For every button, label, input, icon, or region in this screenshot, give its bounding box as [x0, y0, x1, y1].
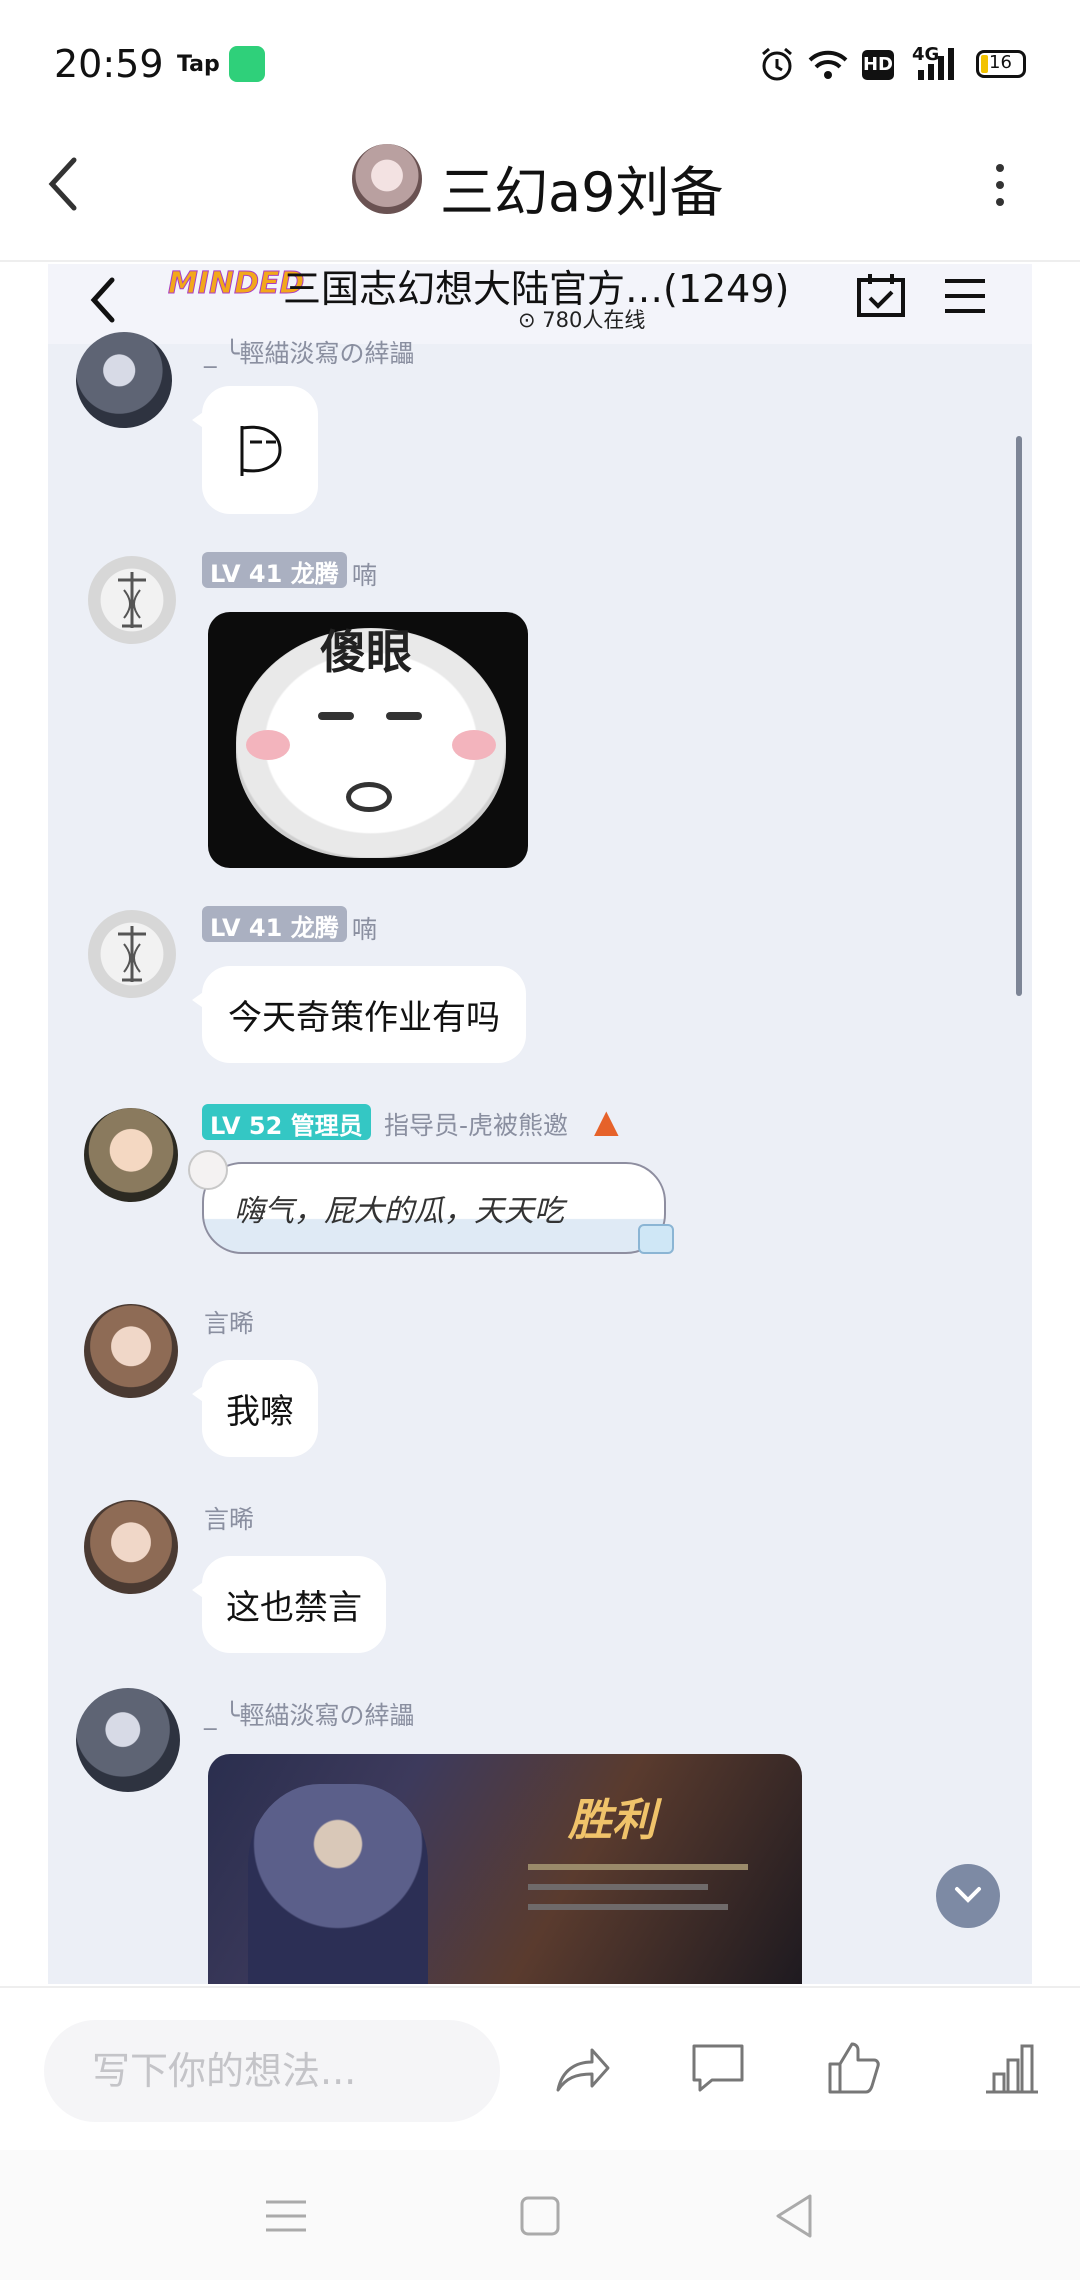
text-message: 这也禁言: [192, 1556, 386, 1653]
group-chat-header: MINDED 三国志幻想大陆官方…(1249) ⊙ 780人在线: [48, 264, 1032, 344]
alarm-icon: [762, 47, 792, 81]
ice-cube-icon: [638, 1224, 674, 1254]
decorated-text-message: 嗨气，屁大的瓜，天天吃: [202, 1162, 666, 1254]
signal-icon: [918, 48, 954, 80]
level-badge: LV 41 龙腾: [202, 552, 347, 588]
wifi-icon: [808, 50, 848, 79]
stats-icon[interactable]: [980, 2036, 1044, 2100]
chat-back-icon: [90, 277, 115, 323]
bubble-decoration-icon: [188, 1150, 228, 1190]
app-notification-icon: [229, 46, 265, 82]
battery-level: 16: [989, 52, 1012, 73]
avatar-sketch-icon: [118, 926, 146, 982]
comment-icon[interactable]: [686, 2036, 750, 2100]
result-line: [528, 1904, 728, 1910]
battery-icon: 16: [976, 50, 1026, 78]
meme-eye-right: [386, 712, 422, 720]
admin-badge: LV 52 管理员: [202, 1104, 371, 1140]
calendar-check-icon: [857, 274, 905, 317]
online-count-text: 780人在线: [542, 308, 646, 332]
post-screenshot[interactable]: MINDED 三国志幻想大陆官方…(1249) ⊙ 780人在线 _ ╰輕緢淡寫…: [48, 264, 1032, 1984]
result-line: [528, 1864, 748, 1870]
rank-title: 管理员: [290, 1112, 363, 1140]
chevron-down-icon: [955, 1887, 981, 1903]
rank-title: 龙腾: [290, 914, 339, 942]
sender-name: _ ╰輕緢淡寫の緈讄: [204, 1701, 415, 1730]
scrollbar[interactable]: [1016, 436, 1022, 996]
avatar-sketch-icon: [118, 572, 146, 628]
image-message[interactable]: 傻眼: [208, 612, 528, 868]
rank-title: 龙腾: [290, 560, 339, 588]
level-text: LV 41: [210, 914, 283, 942]
sender-name: 言晞: [204, 1505, 255, 1534]
hd-icon: HD: [862, 50, 894, 80]
fire-icon: ▲: [594, 1102, 619, 1140]
blush-right: [452, 730, 496, 760]
back-icon[interactable]: [44, 154, 84, 214]
home-icon[interactable]: [512, 2188, 568, 2244]
online-count: ⊙ 780人在线: [518, 308, 646, 332]
text-message: 我嚓: [192, 1360, 318, 1457]
share-icon[interactable]: [550, 2036, 614, 2100]
tap-app-icon: Tap: [177, 52, 220, 77]
avatar: [84, 1108, 178, 1202]
avatar: [84, 1500, 178, 1594]
more-options-icon[interactable]: [990, 160, 1010, 210]
sticker-face-icon: [240, 425, 282, 476]
comment-input[interactable]: [44, 2020, 500, 2122]
avatar: [88, 556, 176, 644]
blush-left: [246, 730, 290, 760]
game-character: [248, 1784, 428, 1984]
page-title: 三幻a9刘备: [440, 161, 724, 224]
back-nav-icon[interactable]: [766, 2188, 822, 2244]
menu-icon: [945, 279, 985, 313]
status-time: 20:59: [54, 42, 164, 86]
text-message: 今天奇策作业有吗: [192, 966, 526, 1063]
image-message[interactable]: 胜利: [208, 1754, 802, 1984]
like-icon[interactable]: [822, 2036, 886, 2100]
avatar: [76, 332, 172, 428]
sender-name: 指导员-虎被熊邀: [384, 1111, 569, 1140]
system-nav-bar: [0, 2150, 1080, 2280]
status-bar: 20:59 Tap HD 4G 16: [0, 0, 1080, 130]
recent-apps-icon[interactable]: [258, 2188, 314, 2244]
level-text: LV 52: [210, 1112, 283, 1140]
sender-name: 喃: [352, 561, 378, 590]
result-line: [528, 1884, 708, 1890]
sender-name: 言晞: [204, 1309, 255, 1338]
input-bar: [0, 1986, 1080, 2150]
avatar: [88, 910, 176, 998]
app-bar: 三幻a9刘备: [0, 130, 1080, 262]
avatar: [84, 1304, 178, 1398]
level-text: LV 41: [210, 560, 283, 588]
victory-text: 胜利: [568, 1795, 656, 1846]
meme-mouth: [346, 782, 392, 812]
sticker-message: [192, 386, 318, 514]
meme-eye-left: [318, 712, 354, 720]
avatar: [76, 1688, 180, 1792]
sender-name: 喃: [352, 915, 378, 944]
image-caption: 傻眼: [320, 625, 412, 679]
scroll-to-bottom-button[interactable]: [936, 1864, 1000, 1928]
level-badge: LV 41 龙腾: [202, 906, 347, 942]
sender-name: _ ╰輕緢淡寫の緈讄: [204, 339, 415, 368]
user-avatar[interactable]: [350, 142, 424, 216]
